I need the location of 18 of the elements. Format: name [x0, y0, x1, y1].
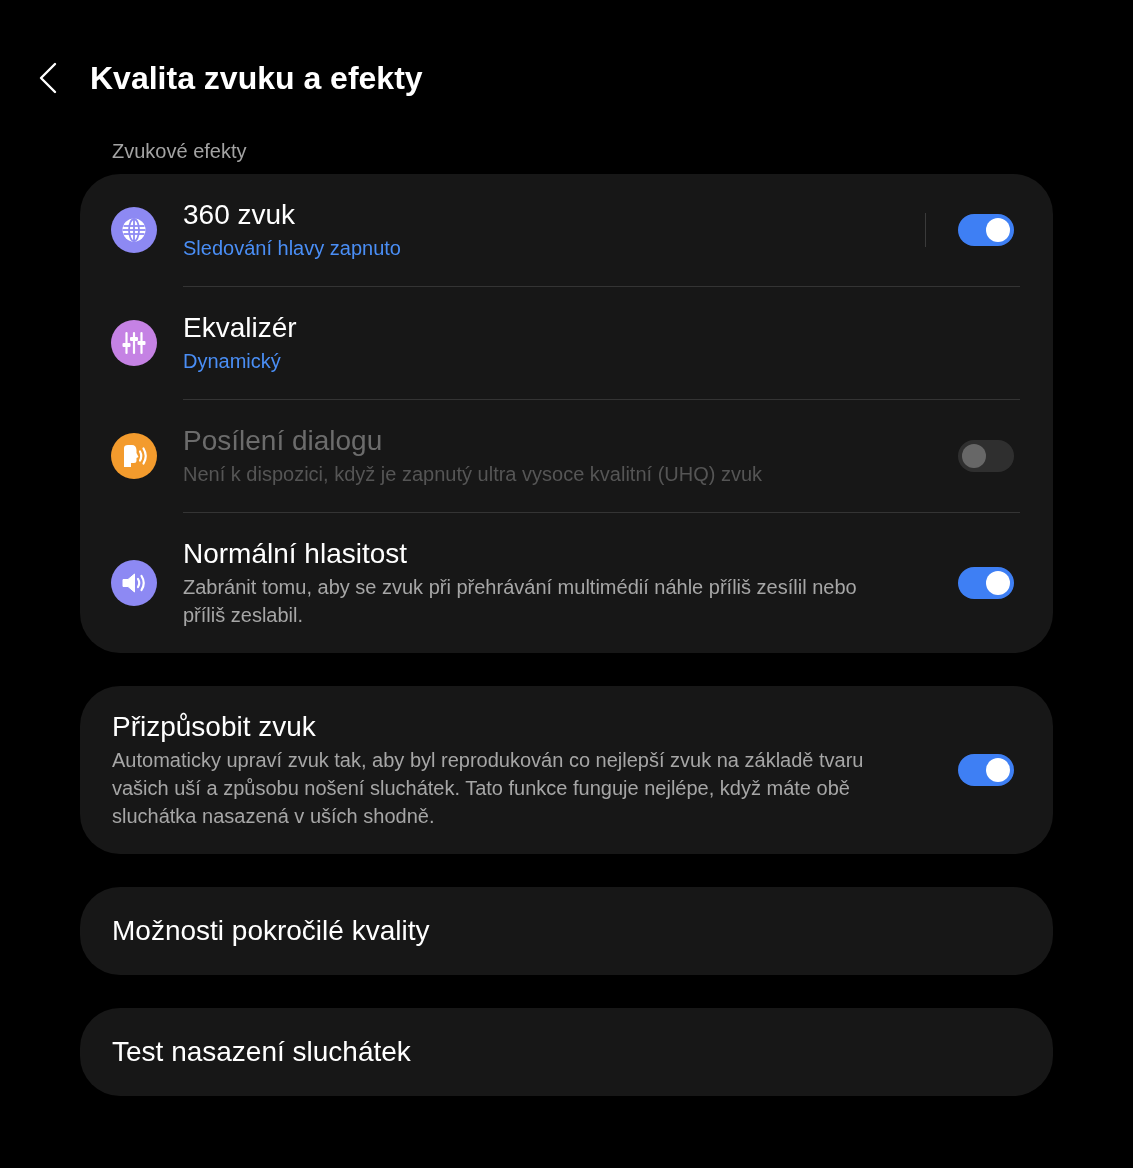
- page-title: Kvalita zvuku a efekty: [90, 59, 423, 98]
- toggle-switch[interactable]: [958, 214, 1014, 246]
- setting-title: 360 zvuk: [183, 198, 297, 232]
- setting-title: Ekvalizér: [183, 311, 298, 345]
- setting-title: Posílení dialogu: [183, 424, 384, 458]
- setting-description: Automaticky upraví zvuk tak, aby byl reprodukován co nejlepší zvuk na základě tvaru vašich uší a způsobu nošení sluchátek. Tato funkce funguje nejlépe, když máte obě sluchátka nasazená v uších shodně.: [112, 748, 865, 829]
- setting-description: Zabránit tomu, aby se zvuk při přehrávání multimédií náhle příliš zesílil nebo příliš zeslabil.: [183, 575, 858, 628]
- setting-value: Dynamický: [183, 349, 282, 374]
- section-label: Zvukové efekty: [111, 139, 247, 163]
- back-icon: [38, 62, 58, 94]
- setting-title: Možnosti pokročilé kvality: [112, 914, 431, 948]
- setting-title: Normální hlasitost: [183, 537, 409, 571]
- setting-title: Test nasazení sluchátek: [112, 1035, 412, 1069]
- toggle-switch[interactable]: [958, 754, 1014, 786]
- toggle-switch[interactable]: [958, 567, 1014, 599]
- setting-description: Není k dispozici, když je zapnutý ultra vysoce kvalitní (UHQ) zvuk: [183, 462, 764, 487]
- setting-value: Sledování hlavy zapnuto: [183, 236, 402, 261]
- setting-title: Přizpůsobit zvuk: [112, 710, 317, 744]
